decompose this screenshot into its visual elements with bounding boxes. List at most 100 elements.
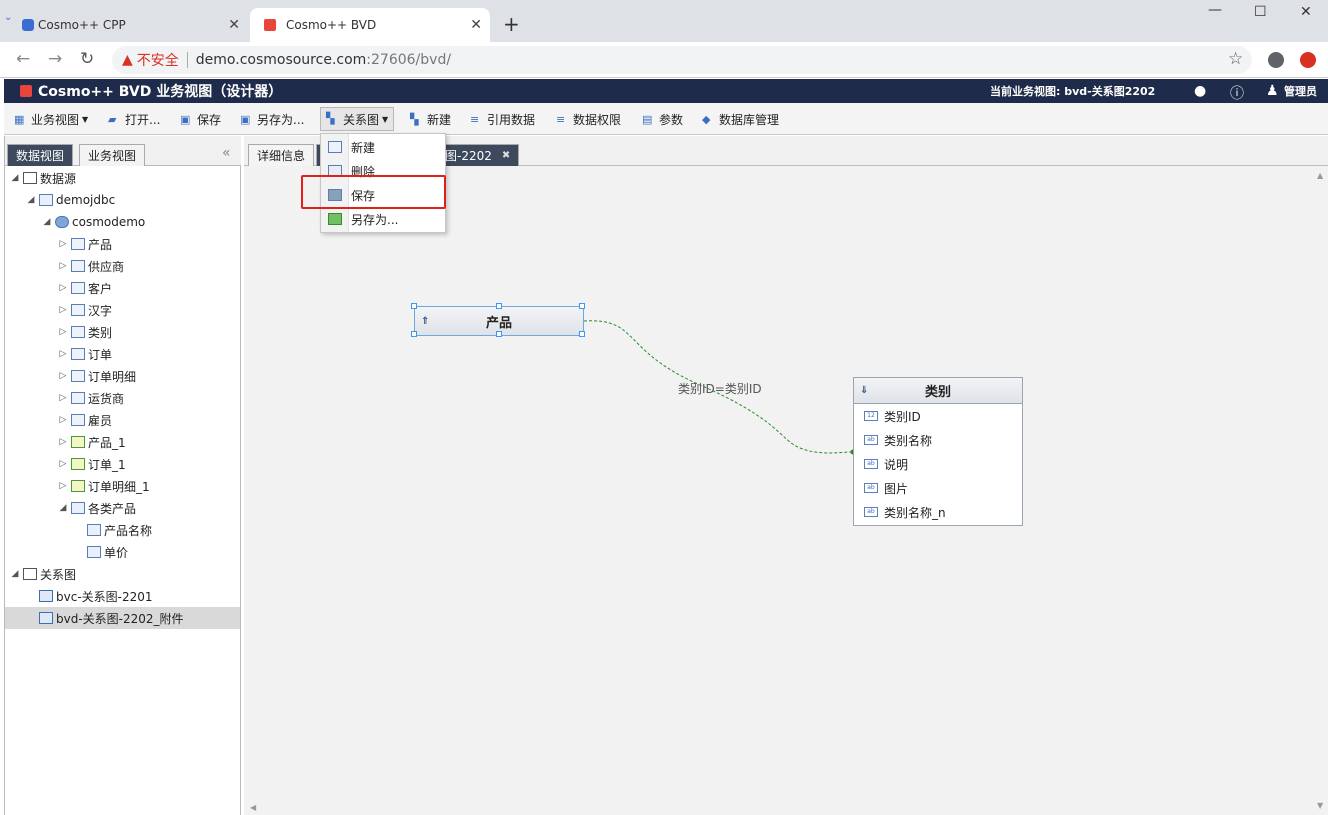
tree-node[interactable]: ▷ 订单明细_1 [5,475,240,497]
entity-field[interactable]: ab 图片 [854,476,1022,500]
scroll-up-icon[interactable]: ▲ [1317,171,1323,180]
expand-arrow-icon[interactable]: ▷ [57,327,69,337]
tree-node[interactable]: 产品名称 [5,519,240,541]
reload-button[interactable]: ↻ [80,49,94,69]
tree-node[interactable]: ◢ demojdbc [5,189,240,211]
tab-search-icon[interactable]: ⌄ [4,12,12,23]
tree-node[interactable]: ▷ 产品 [5,233,240,255]
entity-title: 产品 [485,315,512,331]
tree-node[interactable]: 单价 [5,541,240,563]
diagram-canvas[interactable] [244,167,1328,815]
database-manage-button[interactable]: ◆ 数据库管理 [702,111,779,128]
menu-item-new[interactable]: 新建 [321,135,445,159]
menu-item-saveas[interactable]: 另存为... [321,207,445,231]
scroll-left-icon[interactable]: ◀ [250,803,256,812]
expand-arrow-icon[interactable]: ◢ [57,503,69,513]
vertical-scrollbar[interactable]: ▲ ▼ [1314,167,1328,815]
expand-arrow-icon[interactable]: ▷ [57,349,69,359]
entity-field[interactable]: ab 类别名称_n [854,500,1022,524]
open-button[interactable]: ▰ 打开... [108,111,160,128]
profile-icon[interactable] [1268,52,1284,68]
tree-node[interactable]: ◢ cosmodemo [5,211,240,233]
resize-handle[interactable] [579,331,585,337]
expand-arrow-icon[interactable]: ▷ [57,393,69,403]
save-as-button[interactable]: ▣ 另存为... [240,111,304,128]
minimize-button[interactable]: — [1208,2,1222,18]
tree-node[interactable]: ▷ 订单_1 [5,453,240,475]
close-tab-icon[interactable]: ✕ [470,17,482,33]
relation-diagram-menu-button[interactable]: ▚ 关系图 ▼ [320,107,395,131]
expand-arrow-icon[interactable]: ▷ [57,415,69,425]
scroll-down-icon[interactable]: ▼ [1317,801,1323,810]
tree-node[interactable]: ▷ 客户 [5,277,240,299]
entity-field[interactable]: ab 说明 [854,452,1022,476]
tree-node[interactable]: ▷ 供应商 [5,255,240,277]
back-button[interactable]: ← [16,49,30,69]
expand-arrow-icon[interactable]: ▷ [57,261,69,271]
app-header: Cosmo++ BVD 业务视图（设计器） 当前业务视图: bvd-关系图220… [4,79,1328,103]
close-window-button[interactable]: ✕ [1300,4,1312,20]
expand-arrow-icon[interactable]: ◢ [9,173,21,183]
close-tab-icon[interactable]: ✖ [502,150,510,161]
new-tab-button[interactable]: + [503,12,520,36]
expand-arrow-icon[interactable]: ▷ [57,239,69,249]
expand-arrow-icon[interactable]: ▷ [57,459,69,469]
browser-tab-cpp[interactable]: Cosmo++ CPP ✕ [16,8,248,42]
resize-handle[interactable] [496,303,502,309]
expand-arrow-icon[interactable]: ▷ [57,481,69,491]
reference-data-button[interactable]: ≡ 引用数据 [470,111,535,128]
url-bar[interactable]: ▲ 不安全 demo.cosmosource.com :27606/bvd/ [112,46,1252,74]
tab-business-view[interactable]: 业务视图 [79,144,146,166]
expand-arrow-icon[interactable]: ▷ [57,437,69,447]
relation-label[interactable]: 类别ID=类别ID [678,380,762,397]
tree-node-label: bvd-关系图-2202_附件 [56,611,184,626]
tree-node[interactable]: ▷ 产品_1 [5,431,240,453]
params-button[interactable]: ▤ 参数 [642,111,683,128]
new-button[interactable]: ▚ 新建 [410,111,451,128]
tree-node[interactable]: bvc-关系图-2201 [5,585,240,607]
maximize-button[interactable]: ☐ [1254,4,1267,20]
expand-arrow-icon[interactable]: ◢ [25,195,37,205]
expand-arrow-icon[interactable]: ▷ [57,371,69,381]
tree-node[interactable]: ◢ 数据源 [5,167,240,189]
update-icon[interactable] [1300,52,1316,68]
browser-tab-bvd[interactable]: Cosmo++ BVD ✕ [250,8,490,42]
tab-detail-info[interactable]: 详细信息 [248,144,315,166]
collapse-panel-icon[interactable]: « [222,145,231,161]
close-tab-icon[interactable]: ✕ [228,17,240,33]
expand-arrow-icon[interactable]: ▷ [57,305,69,315]
resize-handle[interactable] [496,331,502,337]
tree-node[interactable]: ◢ 各类产品 [5,497,240,519]
data-permission-button[interactable]: ≡ 数据权限 [556,111,621,128]
user-name[interactable]: 管理员 [1284,83,1317,99]
expand-arrow-icon[interactable]: ▷ [57,283,69,293]
info-icon[interactable]: ⓘ [1230,83,1244,103]
expand-toggle-icon[interactable]: ⇑ [421,316,429,327]
tree-node[interactable]: bvd-关系图-2202_附件 [5,607,240,629]
entity-header[interactable]: ⇓ 类别 [854,378,1022,404]
tree-node[interactable]: ▷ 雇员 [5,409,240,431]
resize-handle[interactable] [579,303,585,309]
tab-data-view[interactable]: 数据视图 [7,144,74,166]
chat-icon[interactable]: ● [1194,83,1206,99]
tree-node[interactable]: ◢ 关系图 [5,563,240,585]
entity-field[interactable]: 12 类别ID [854,404,1022,428]
entity-category[interactable]: ⇓ 类别 12 类别ID ab 类别名称 ab 说明 ab 图片 ab 类别名称_n [853,377,1023,526]
business-view-menu-button[interactable]: ▦ 业务视图 ▼ [14,111,88,128]
entity-product[interactable]: ⇑ 产品 [411,303,585,337]
collapse-toggle-icon[interactable]: ⇓ [860,385,868,396]
save-button[interactable]: ▣ 保存 [180,111,221,128]
tree-node[interactable]: ▷ 订单明细 [5,365,240,387]
resize-handle[interactable] [411,303,417,309]
grid-icon [71,348,85,360]
forward-button[interactable]: → [48,49,62,69]
tree-node[interactable]: ▷ 汉字 [5,299,240,321]
tree-node[interactable]: ▷ 类别 [5,321,240,343]
entity-field[interactable]: ab 类别名称 [854,428,1022,452]
expand-arrow-icon[interactable]: ◢ [9,569,21,579]
tree-node[interactable]: ▷ 订单 [5,343,240,365]
bookmark-star-icon[interactable]: ☆ [1228,49,1243,69]
resize-handle[interactable] [411,331,417,337]
tree-node[interactable]: ▷ 运货商 [5,387,240,409]
expand-arrow-icon[interactable]: ◢ [41,217,53,227]
